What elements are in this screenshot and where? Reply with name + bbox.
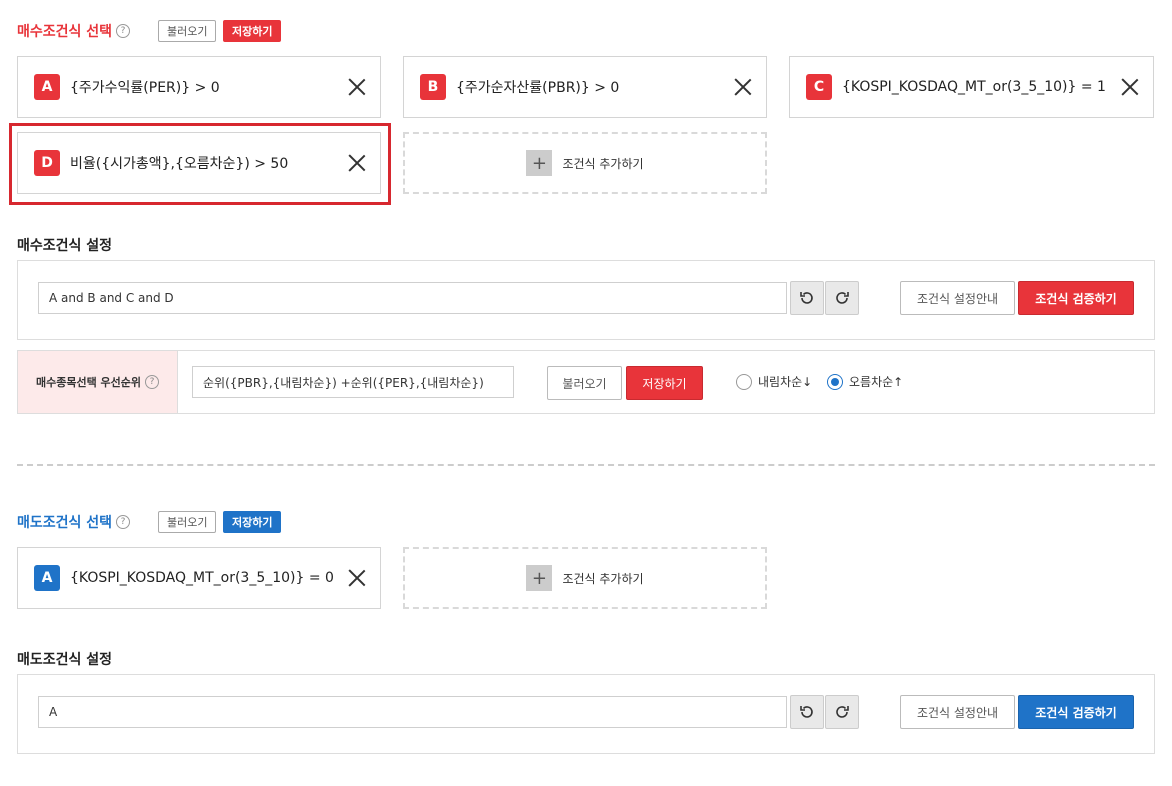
close-icon[interactable] bbox=[348, 154, 366, 172]
help-icon[interactable]: ? bbox=[116, 515, 131, 529]
buy-verify-button[interactable]: 조건식 검증하기 bbox=[1018, 281, 1134, 315]
priority-load-button[interactable]: 불러오기 bbox=[547, 366, 622, 400]
priority-formula-input[interactable]: 순위({PBR},{내림차순}) +순위({PER},{내림차순}) bbox=[192, 366, 514, 398]
condition-text: {KOSPI_KOSDAQ_MT_or(3_5_10)} = 1 bbox=[842, 79, 1106, 95]
buy-setting-title: 매수조건식 설정 bbox=[17, 238, 113, 254]
plus-icon: + bbox=[526, 150, 553, 176]
condition-text: {주가순자산률(PBR)} > 0 bbox=[456, 80, 620, 96]
close-icon[interactable] bbox=[1121, 78, 1139, 96]
condition-letter-badge: C bbox=[806, 74, 832, 100]
condition-text: {KOSPI_KOSDAQ_MT_or(3_5_10)} = 0 bbox=[70, 570, 334, 586]
redo-icon bbox=[836, 292, 849, 304]
buy-save-button[interactable]: 저장하기 bbox=[223, 20, 282, 42]
close-icon[interactable] bbox=[348, 78, 366, 96]
section-divider bbox=[17, 464, 1155, 466]
sell-condition-card-a: A {KOSPI_KOSDAQ_MT_or(3_5_10)} = 0 bbox=[17, 547, 381, 609]
radio-ascending-label: 오름차순↑ bbox=[849, 375, 904, 389]
sell-add-condition-button[interactable]: + 조건식 추가하기 bbox=[403, 547, 767, 609]
undo-icon bbox=[800, 292, 813, 304]
buy-condition-title: 매수조건식 선택 ? bbox=[17, 20, 131, 42]
priority-label-text: 매수종목선택 우선순위 bbox=[35, 376, 142, 389]
redo-icon bbox=[836, 706, 849, 718]
buy-load-button[interactable]: 불러오기 bbox=[158, 20, 217, 42]
condition-letter-badge: A bbox=[34, 565, 60, 591]
condition-letter-badge: B bbox=[420, 74, 446, 100]
radio-descending-label: 내림차순↓ bbox=[758, 375, 813, 389]
sell-setting-title: 매도조건식 설정 bbox=[17, 652, 113, 668]
sell-formula-input[interactable]: A bbox=[38, 696, 787, 728]
help-icon[interactable]: ? bbox=[116, 24, 131, 38]
condition-text: 비율({시가총액},{오름차순}) > 50 bbox=[70, 156, 289, 172]
buy-condition-card-a: A {주가수익률(PER)} > 0 bbox=[17, 56, 381, 118]
close-icon[interactable] bbox=[734, 78, 752, 96]
add-condition-label: 조건식 추가하기 bbox=[562, 571, 644, 586]
radio-ascending[interactable]: 오름차순↑ bbox=[827, 373, 903, 390]
redo-button[interactable] bbox=[825, 695, 859, 729]
buy-condition-card-b: B {주가순자산률(PBR)} > 0 bbox=[403, 56, 767, 118]
radio-circle-checked[interactable] bbox=[827, 373, 843, 390]
help-icon[interactable]: ? bbox=[145, 375, 160, 389]
buy-condition-card-d: D 비율({시가총액},{오름차순}) > 50 bbox=[17, 132, 381, 194]
undo-icon bbox=[800, 706, 813, 718]
buy-add-condition-button[interactable]: + 조건식 추가하기 bbox=[403, 132, 767, 194]
sell-condition-title: 매도조건식 선택 ? bbox=[17, 511, 131, 533]
buy-guide-button[interactable]: 조건식 설정안내 bbox=[900, 281, 1015, 315]
sell-condition-title-text: 매도조건식 선택 bbox=[17, 515, 113, 531]
undo-button[interactable] bbox=[790, 695, 824, 729]
sell-verify-button[interactable]: 조건식 검증하기 bbox=[1018, 695, 1134, 729]
sell-guide-button[interactable]: 조건식 설정안내 bbox=[900, 695, 1015, 729]
radio-circle[interactable] bbox=[736, 373, 752, 390]
redo-button[interactable] bbox=[825, 281, 859, 315]
radio-descending[interactable]: 내림차순↓ bbox=[736, 373, 812, 390]
close-icon[interactable] bbox=[348, 569, 366, 587]
priority-label: 매수종목선택 우선순위 ? bbox=[18, 351, 178, 413]
undo-button[interactable] bbox=[790, 281, 824, 315]
buy-formula-input[interactable]: A and B and C and D bbox=[38, 282, 787, 314]
condition-letter-badge: D bbox=[34, 150, 60, 176]
condition-letter-badge: A bbox=[34, 74, 60, 100]
sell-load-button[interactable]: 불러오기 bbox=[158, 511, 217, 533]
condition-text: {주가수익률(PER)} > 0 bbox=[70, 80, 220, 96]
buy-condition-card-c: C {KOSPI_KOSDAQ_MT_or(3_5_10)} = 1 bbox=[789, 56, 1154, 118]
plus-icon: + bbox=[526, 565, 553, 591]
sell-save-button[interactable]: 저장하기 bbox=[223, 511, 282, 533]
buy-condition-title-text: 매수조건식 선택 bbox=[17, 24, 113, 40]
priority-save-button[interactable]: 저장하기 bbox=[626, 366, 703, 400]
add-condition-label: 조건식 추가하기 bbox=[562, 156, 644, 171]
